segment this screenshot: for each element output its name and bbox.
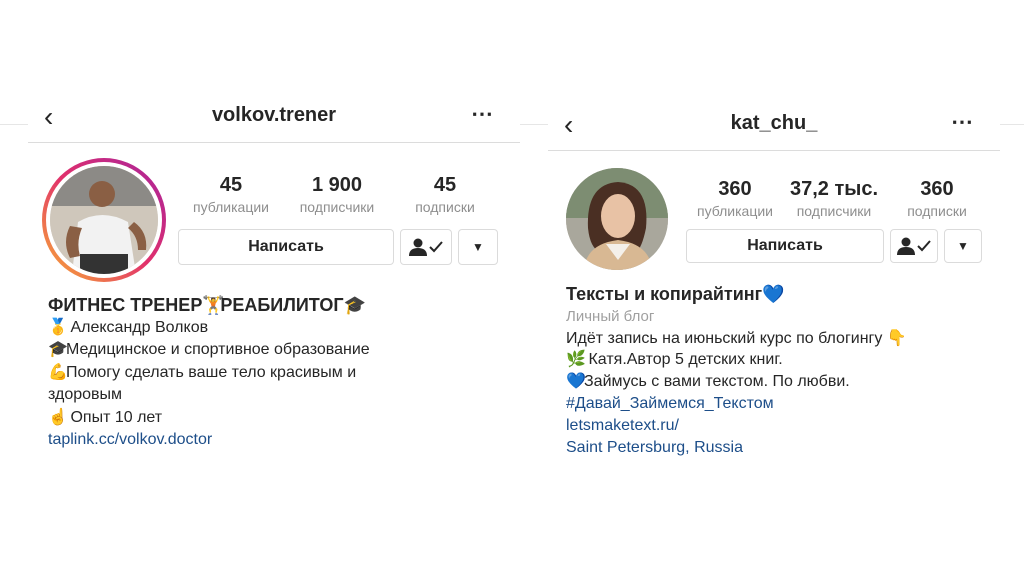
bio-link[interactable]: letsmaketext.ru/ <box>566 415 905 437</box>
username-title: kat_chu_ <box>730 112 818 134</box>
stat-posts[interactable]: 360 публикации <box>686 178 784 219</box>
more-ellipsis-icon[interactable]: ⋯ <box>951 108 974 136</box>
following-button[interactable] <box>890 229 938 263</box>
bio-line: Александр Волков <box>70 318 209 336</box>
profile-panel-volkov: ‹ volkov.trener ⋯ 45 публикации 1 900 по… <box>28 100 520 480</box>
bio-line: Медицинское и спортивное образование <box>66 341 370 358</box>
bio-line: Займусь с вами текстом. По любви. <box>584 373 850 391</box>
stat-posts[interactable]: 45 публикации <box>178 174 284 215</box>
bio-line: здоровым <box>48 386 123 403</box>
message-button[interactable]: Написать <box>686 229 884 263</box>
bio-title: Тексты и копирайтинг <box>566 284 763 304</box>
bio-title: ФИТНЕС ТРЕНЕР <box>48 295 203 315</box>
bio-line: Помогу сделать ваше тело красивым и <box>66 363 357 381</box>
category-label: Личный блог <box>566 307 655 325</box>
profile-panel-kat-chu: ‹ kat_chu_ ⋯ 360 публикации 37,2 тыс. по… <box>548 108 1000 488</box>
graduation-cap-icon: 🎓 <box>48 341 68 358</box>
graduation-cap-icon: 🎓 <box>343 295 366 315</box>
profile-header: ‹ kat_chu_ ⋯ <box>548 108 1000 151</box>
stat-following[interactable]: 360 подписки <box>888 178 986 219</box>
hashtag-link[interactable]: #Давай_Займемся_Текстом <box>566 393 905 415</box>
pointing-up-icon: ☝ <box>48 408 68 426</box>
blue-heart-icon: 💙 <box>566 373 586 391</box>
blue-heart-icon: 💙 <box>762 284 785 304</box>
bio-title-2: РЕАБИЛИТОГ <box>220 295 344 315</box>
username-title: volkov.trener <box>211 104 337 126</box>
suggestions-dropdown-button[interactable]: ▼ <box>458 229 498 265</box>
bio-line: Идёт запись на июньский курс по блогингу <box>566 329 883 347</box>
pointing-down-icon: 👇 <box>886 329 907 347</box>
stat-followers[interactable]: 37,2 тыс. подписчики <box>784 178 884 219</box>
flexed-biceps-icon: 💪 <box>48 363 68 381</box>
bio-line: Катя.Автор 5 детских книг. <box>588 351 783 369</box>
suggestions-dropdown-button[interactable]: ▼ <box>944 229 982 263</box>
story-ring[interactable] <box>42 158 166 282</box>
person-check-icon <box>897 237 931 255</box>
profile-bio: ФИТНЕС ТРЕНЕР🏋РЕАБИЛИТОГ🎓 🥇 Александр Во… <box>48 294 370 452</box>
stat-followers[interactable]: 1 900 подписчики <box>284 174 390 215</box>
location-link[interactable]: Saint Petersburg, Russia <box>566 437 905 459</box>
herb-icon: 🌿 <box>566 351 586 369</box>
bio-line: Опыт 10 лет <box>70 408 163 426</box>
triangle-down-icon: ▼ <box>957 239 969 253</box>
avatar <box>50 166 158 274</box>
weightlifter-emoji-icon: 🏋 <box>202 295 225 315</box>
person-check-icon <box>409 238 443 256</box>
following-button[interactable] <box>400 229 452 265</box>
medal-icon: 🥇 <box>48 318 68 336</box>
avatar[interactable] <box>566 168 668 270</box>
bio-link[interactable]: taplink.cc/volkov.doctor <box>48 429 370 452</box>
message-button[interactable]: Написать <box>178 229 394 265</box>
stat-following[interactable]: 45 подписки <box>392 174 498 215</box>
triangle-down-icon: ▼ <box>472 240 484 254</box>
profile-header: ‹ volkov.trener ⋯ <box>28 100 520 143</box>
more-ellipsis-icon[interactable]: ⋯ <box>471 100 494 128</box>
profile-bio: Тексты и копирайтинг💙 Личный блог Идёт з… <box>566 284 907 459</box>
